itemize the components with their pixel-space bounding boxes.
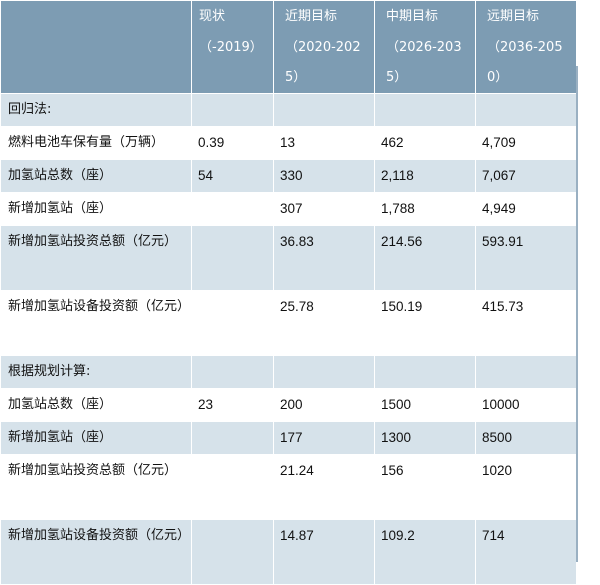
value-near-term: 200 (273, 388, 375, 422)
value-long-term: 8500 (475, 421, 577, 455)
value-near-term: 14.87 (273, 519, 375, 585)
value-near-term: 25.78 (273, 290, 375, 356)
header-mid-term-period: （2026-2035） (386, 40, 462, 85)
row-label: 加氢站总数（座） (0, 159, 192, 193)
table-row: 新增加氢站设备投资额（亿元） 25.78 150.19 415.73 (0, 290, 577, 356)
empty-cell (374, 93, 476, 127)
header-current-title: 现状 (199, 9, 226, 24)
value-mid-term: 156 (374, 454, 476, 520)
table-row: 新增加氢站设备投资额（亿元） 14.87 109.2 714 (0, 519, 577, 585)
table-row: 加氢站总数（座） 54 330 2,118 7,067 (0, 159, 577, 193)
row-label: 新增加氢站（座） (0, 421, 192, 455)
value-mid-term: 2,118 (374, 159, 476, 193)
value-mid-term: 109.2 (374, 519, 476, 585)
row-label: 加氢站总数（座） (0, 388, 192, 422)
empty-cell (475, 93, 577, 127)
table-row: 燃料电池车保有量（万辆） 0.39 13 462 4,709 (0, 126, 577, 160)
value-current: 23 (191, 388, 274, 422)
table-row: 新增加氢站（座） 307 1,788 4,949 (0, 192, 577, 226)
header-long-term-title: 远期目标 (487, 9, 540, 24)
value-near-term: 21.24 (273, 454, 375, 520)
header-mid-term-title: 中期目标 (386, 9, 439, 24)
value-long-term: 415.73 (475, 290, 577, 356)
row-label: 新增加氢站投资总额（亿元） (0, 454, 192, 520)
value-current (191, 290, 274, 356)
empty-cell (191, 355, 274, 389)
section-title-planning: 根据规划计算: (0, 355, 192, 389)
value-mid-term: 150.19 (374, 290, 476, 356)
value-current (191, 454, 274, 520)
value-near-term: 330 (273, 159, 375, 193)
table-row: 新增加氢站（座） 177 1300 8500 (0, 421, 577, 455)
value-current: 0.39 (191, 126, 274, 160)
row-label: 燃料电池车保有量（万辆） (0, 126, 192, 160)
table-row: 加氢站总数（座） 23 200 1500 10000 (0, 388, 577, 422)
table-row: 新增加氢站投资总额（亿元） 21.24 156 1020 (0, 454, 577, 520)
header-long-term: 远期目标 （2036-2050） (475, 0, 577, 94)
section-title-regression: 回归法: (0, 93, 192, 127)
value-long-term: 4,949 (475, 192, 577, 226)
row-label: 新增加氢站设备投资额（亿元） (0, 519, 192, 585)
header-near-term-period: （2020-2025） (285, 40, 361, 85)
header-long-term-period: （2036-2050） (487, 40, 563, 85)
header-near-term: 近期目标 （2020-2025） (273, 0, 375, 94)
value-current (191, 519, 274, 585)
value-long-term: 714 (475, 519, 577, 585)
value-current: 54 (191, 159, 274, 193)
row-label: 新增加氢站投资总额（亿元） (0, 225, 192, 291)
value-mid-term: 1,788 (374, 192, 476, 226)
value-mid-term: 1500 (374, 388, 476, 422)
header-current-period: （-2019） (199, 40, 263, 55)
value-mid-term: 214.56 (374, 225, 476, 291)
section-row-planning: 根据规划计算: (0, 355, 577, 389)
table-header-row: 现状 （-2019） 近期目标 （2020-2025） 中期目标 （2026-2… (0, 0, 577, 94)
value-current (191, 421, 274, 455)
empty-cell (475, 355, 577, 389)
empty-cell (273, 93, 375, 127)
value-mid-term: 462 (374, 126, 476, 160)
value-long-term: 593.91 (475, 225, 577, 291)
value-long-term: 4,709 (475, 126, 577, 160)
header-label-cell (0, 0, 192, 94)
value-long-term: 10000 (475, 388, 577, 422)
empty-cell (273, 355, 375, 389)
value-long-term: 7,067 (475, 159, 577, 193)
table-right-border (576, 66, 578, 562)
value-long-term: 1020 (475, 454, 577, 520)
value-near-term: 177 (273, 421, 375, 455)
value-current (191, 225, 274, 291)
empty-cell (191, 93, 274, 127)
hydrogen-station-table: 现状 （-2019） 近期目标 （2020-2025） 中期目标 （2026-2… (0, 0, 577, 585)
value-near-term: 13 (273, 126, 375, 160)
header-near-term-title: 近期目标 (285, 9, 338, 24)
section-row-regression: 回归法: (0, 93, 577, 127)
table-row: 新增加氢站投资总额（亿元） 36.83 214.56 593.91 (0, 225, 577, 291)
row-label: 新增加氢站（座） (0, 192, 192, 226)
header-mid-term: 中期目标 （2026-2035） (374, 0, 476, 94)
empty-cell (374, 355, 476, 389)
value-near-term: 307 (273, 192, 375, 226)
value-current (191, 192, 274, 226)
value-near-term: 36.83 (273, 225, 375, 291)
row-label: 新增加氢站设备投资额（亿元） (0, 290, 192, 356)
value-mid-term: 1300 (374, 421, 476, 455)
header-current: 现状 （-2019） (191, 0, 274, 94)
